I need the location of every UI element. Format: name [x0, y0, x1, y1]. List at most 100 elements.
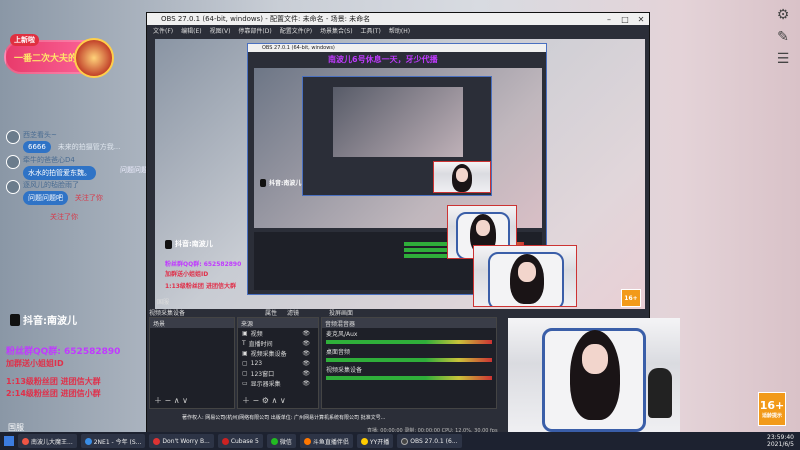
- source-row[interactable]: ▢ 123窗口 👁: [238, 368, 318, 378]
- taskbar-clock[interactable]: 23:59:40 2021/6/5: [767, 434, 794, 448]
- app-icon: [303, 437, 311, 445]
- mixer-track-label: 桌面音频: [326, 348, 351, 356]
- audio-meter: [326, 376, 492, 380]
- source-row[interactable]: ▣ 视频 👁: [238, 328, 318, 338]
- clock-date: 2021/6/5: [767, 441, 794, 448]
- taskbar-item[interactable]: OBS 27.0.1 (6...: [397, 434, 462, 448]
- source-row[interactable]: ▢ 123 👁: [238, 358, 318, 368]
- taskbar-item-label: OBS 27.0.1 (6...: [410, 437, 458, 445]
- logo-avatar: [74, 38, 114, 78]
- app-icon: [153, 437, 161, 445]
- scene-dock[interactable]: 场景 ＋ − ∧ ∨: [149, 317, 235, 409]
- age-badge: 16+ 适龄提示: [758, 392, 786, 426]
- menu-profile[interactable]: 配置文件(P): [280, 26, 312, 35]
- nested-douyin-name: 抖音:南波儿: [269, 180, 302, 187]
- eye-icon[interactable]: 👁: [302, 360, 310, 367]
- taskbar-item[interactable]: 微信: [266, 434, 296, 448]
- taskbar-item-label: YY开播: [369, 438, 390, 446]
- follow-notice: 关注了你: [50, 213, 78, 221]
- source-label: 视频: [250, 330, 263, 338]
- preview-cam-large: [473, 245, 577, 307]
- close-icon[interactable]: ✕: [633, 13, 649, 25]
- cam-face: [582, 344, 608, 374]
- menu-tools[interactable]: 工具(T): [361, 26, 381, 35]
- eye-icon[interactable]: 👁: [302, 340, 310, 347]
- chat-avatar: [6, 130, 20, 144]
- obs-preview[interactable]: 南波儿6号休息一天，牙少代播 OBS 27.0.1 (64-bit, windo…: [155, 39, 645, 309]
- chat-message: 水水的拍管爱东魏。: [23, 166, 96, 180]
- obs-menubar: 文件(F) 编辑(E) 视图(V) 停靠部件(D) 配置文件(P) 场景集合(S…: [147, 25, 649, 36]
- menu-file[interactable]: 文件(F): [153, 26, 173, 35]
- eye-icon[interactable]: 👁: [302, 380, 310, 387]
- webcam-feed: [508, 318, 680, 432]
- taskbar-item-label: 南波儿大魔王...: [31, 438, 73, 446]
- cam-face: [456, 168, 468, 182]
- dock-controls: ＋ − ∧ ∨: [154, 396, 189, 405]
- source-type-icon: ▣: [242, 349, 248, 357]
- source-row[interactable]: ▭ 显示器采集 👁: [238, 378, 318, 388]
- eye-icon[interactable]: 👁: [302, 350, 310, 357]
- nested-preview-deeper: [333, 87, 463, 157]
- copyright-notice: 著作权人: 网易公司(杭州)网络有限公司 出版单位: 广州网易计算机系统有限公司…: [182, 415, 386, 421]
- menu-view[interactable]: 视图(V): [210, 26, 231, 35]
- sources-dock-header: 来源: [238, 318, 318, 328]
- mixer-dock[interactable]: 音频混音器 麦克风/Aux 桌面音频 视频采集设备: [321, 317, 497, 409]
- source-type-icon: ▭: [242, 379, 248, 387]
- sources-dock[interactable]: 来源 ▣ 视频 👁 T 直播时间 👁 ▣ 视频采集设备 👁 ▢ 123 👁 ▢ 123窗口 👁 ▭ 显…: [237, 317, 319, 409]
- screencast-button[interactable]: 投屏画面: [329, 308, 353, 317]
- menu-edit[interactable]: 编辑(E): [181, 26, 201, 35]
- taskbar-item[interactable]: 斗鱼直播伴侣: [299, 434, 353, 448]
- menu-help[interactable]: 帮助(H): [389, 26, 410, 35]
- fan-tip-text: 加群送小姐姐ID: [6, 359, 64, 368]
- taskbar-item[interactable]: YY开播: [356, 434, 394, 448]
- app-icon: [221, 437, 229, 445]
- cam-face: [476, 220, 490, 236]
- eye-icon[interactable]: 👁: [302, 330, 310, 337]
- preview-rule1: 1:13级粉丝团 进团信大群: [165, 283, 237, 290]
- taskbar-item-label: 斗鱼直播伴侣: [312, 438, 349, 446]
- scene-dock-header: 场景: [150, 318, 234, 328]
- cam-face: [518, 262, 536, 282]
- maximize-icon[interactable]: □: [617, 13, 633, 25]
- source-label: 123: [250, 359, 263, 367]
- start-icon[interactable]: [4, 436, 14, 446]
- nested-obs-title: OBS 27.0.1 (64-bit, windows): [262, 45, 335, 51]
- taskbar-item[interactable]: 南波儿大魔王...: [18, 434, 77, 448]
- source-label: 直播时间: [248, 340, 273, 348]
- rule2-text: 2:14级粉丝团 进团信小群: [6, 389, 101, 398]
- menu-scene-collection[interactable]: 场景集合(S): [320, 26, 353, 35]
- taskbar-item[interactable]: Cubase 5: [217, 434, 263, 448]
- preview-age-badge: 16+: [621, 289, 641, 307]
- clock-time: 23:59:40: [767, 434, 794, 441]
- taskbar-item[interactable]: 2NE1 - 今年 (S...: [80, 434, 146, 448]
- app-icon: [360, 437, 368, 445]
- source-row[interactable]: T 直播时间 👁: [238, 338, 318, 348]
- chat-item: 西芝看头~ 6666 未来的拍摄管方我...: [6, 130, 120, 153]
- source-label: 显示器采集: [250, 380, 281, 388]
- filters-button[interactable]: 滤镜: [287, 308, 299, 317]
- source-row[interactable]: ▣ 视频采集设备 👁: [238, 348, 318, 358]
- eye-icon[interactable]: 👁: [302, 370, 310, 377]
- chat-username: 逐风儿的毡脸雨了: [23, 181, 79, 189]
- age-badge-text: 适龄提示: [761, 413, 782, 419]
- obs-title-text: OBS 27.0.1 (64-bit, windows) - 配置文件: 未命名…: [161, 15, 371, 23]
- gear-icon[interactable]: ⚙: [774, 6, 792, 24]
- properties-button[interactable]: 属性: [265, 308, 277, 317]
- wrench-icon[interactable]: ✎: [774, 28, 792, 46]
- age-badge-number: 16+: [624, 294, 638, 302]
- streamer-logo-banner: 上新啦 一番二次大夫的坐方: [4, 34, 114, 78]
- preview-fan-tip: 加群送小姐姐ID: [165, 271, 209, 278]
- source-label: 视频采集设备: [250, 350, 287, 358]
- source-type-icon: ▢: [242, 359, 248, 367]
- app-icon: [22, 437, 29, 445]
- obs-titlebar[interactable]: OBS 27.0.1 (64-bit, windows) - 配置文件: 未命名…: [147, 13, 649, 25]
- taskbar-item[interactable]: Don't Worry B...: [149, 434, 214, 448]
- menu-docks[interactable]: 停靠部件(D): [238, 26, 271, 35]
- menu-icon[interactable]: ☰: [774, 50, 792, 68]
- chat-avatar: [6, 180, 20, 194]
- douyin-name: 抖音:南波儿: [23, 316, 77, 327]
- taskbar: 南波儿大魔王... 2NE1 - 今年 (S... Don't Worry B.…: [0, 432, 800, 450]
- mixer-track-label: 视频采集设备: [326, 366, 363, 374]
- minimize-icon[interactable]: –: [601, 13, 617, 25]
- taskbar-item-label: Cubase 5: [230, 437, 259, 445]
